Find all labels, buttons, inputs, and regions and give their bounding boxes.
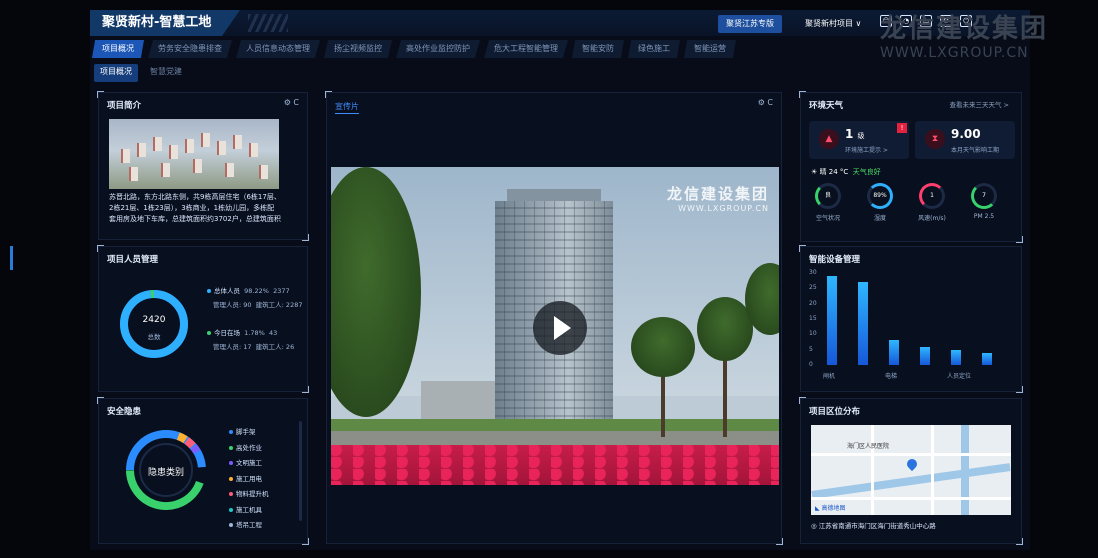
panel-title: 项目简介 [107,101,142,111]
hourglass-icon: ⧗ [925,129,945,149]
tab-4[interactable]: 高处作业监控防护 [396,40,480,58]
subtab-0[interactable]: 项目概况 [94,64,138,82]
video-watermark: 龙信建设集团 WWW.LXGROUP.CN [666,185,769,213]
decorative-stripes [248,14,288,32]
personnel-total: 2420 [142,315,166,325]
map-logo: ◣ 高德地图 [815,505,846,512]
hazard-legend-item[interactable]: 物料提升机 [229,487,269,503]
hazard-legend-item[interactable]: 施工用电 [229,472,269,488]
project-address: ◎ 江苏省南通市海门区海门街道秀山中心路 [811,522,936,530]
location-map[interactable]: 海门区人民医院 ◣ 高德地图 [811,425,1011,515]
tab-0[interactable]: 项目概况 [92,40,144,58]
tab-1[interactable]: 劳务安全隐患排查 [148,40,232,58]
legend-group1-detail: 管理人员: 90 建筑工人: 2287 [213,301,303,309]
side-handle[interactable] [10,246,13,270]
x-tick: 闸机 [823,373,836,380]
panel-title: 项目区位分布 [809,407,861,417]
map-label: 海门区人民医院 [847,443,890,450]
bar[interactable] [951,349,961,365]
legend-group2: 今日在场 1.78% 43 [207,327,277,337]
y-tick: 30 [809,269,817,276]
y-tick: 25 [809,284,817,292]
devices-bar-chart: 0 5 10 15 20 25 30 闸机 电梯 人员定位 [801,247,1023,393]
hazard-legend: 脚手架 高处作业 文明施工 施工用电 物料提升机 施工机具 塔吊工程 [229,425,269,534]
hazard-legend-item[interactable]: 文明施工 [229,456,269,472]
personnel-total-label: 总数 [147,333,161,341]
y-tick: 0 [809,361,813,368]
y-tick: 20 [809,299,817,307]
subtab-1[interactable]: 智慧党建 [144,64,188,82]
brand-watermark: 龙信建设集团 WWW.LXGROUP.CN [880,14,1049,61]
video-panel: 宣传片 ⚙ C 龙信建设集团 WWW.LXGROUP.CN [325,91,783,545]
tab-2[interactable]: 人员信息动态管理 [236,40,320,58]
project-select[interactable]: 聚贤新村项目 ∨ [805,15,861,33]
project-edition-button[interactable]: 聚贤江苏专版 [718,15,782,33]
project-aerial-image [109,119,279,189]
warning-icon: ▲ [819,129,839,149]
devices-panel: 智能设备管理 0 5 10 15 20 25 30 闸机 电梯 人员定位 [799,245,1023,393]
bar[interactable] [858,282,868,365]
y-tick: 15 [809,315,817,322]
panel-title: 安全隐患 [107,407,142,417]
project-intro-panel: 项目简介 ⚙ C 苏晋北路，东方北路东侧，共9栋高层住宅（6栋17层、2栋21层… [97,91,309,241]
y-tick: 10 [809,330,817,338]
environment-panel: 环境天气 查看未来三天天气 > ▲ 1 级 环境施工提示 > ! ⧗ 9.00 … [799,91,1023,243]
gauge-air: 良 [815,183,841,209]
bar[interactable] [982,352,992,365]
location-panel: 项目区位分布 海门区人民医院 ◣ 高德地图 ◎ 江苏省南通市海门区海门街道秀山中… [799,397,1023,545]
gauge-pm25: 7 [971,183,997,209]
bar[interactable] [920,346,930,365]
tab-promo-video[interactable]: 宣传片 [335,101,359,114]
x-tick: 人员定位 [947,373,972,380]
hazard-center-label: 隐患类别 [147,468,184,478]
tab-3[interactable]: 扬尘视频监控 [324,40,392,58]
tab-7[interactable]: 绿色施工 [628,40,680,58]
location-pin-icon[interactable] [904,456,920,472]
app-title: 聚贤新村-智慧工地 [90,10,240,36]
promo-video[interactable]: 龙信建设集团 WWW.LXGROUP.CN [331,167,779,485]
env-card-delay[interactable]: ⧗ 9.00 本月天气影响工期 [915,121,1015,159]
legend-group1: 总体人员 98.22% 2377 [207,285,290,295]
hazard-legend-item[interactable]: 高处作业 [229,441,269,457]
bar[interactable] [889,340,899,365]
refresh-icon[interactable]: ⚙ C [758,98,773,107]
refresh-icon[interactable]: ⚙ C [284,98,299,107]
alert-badge: ! [897,123,907,133]
dashboard: 聚贤新村-智慧工地 聚贤江苏专版 聚贤新村项目 ∨ ☺ ◔ ▭ ⚙ ⏻ 项目概况… [90,10,1030,550]
hazard-legend-item[interactable]: 施工机具 [229,503,269,519]
weather-line: ☀ 晴 24 °C 天气良好 [811,168,881,176]
tab-6[interactable]: 智能安防 [572,40,624,58]
play-button[interactable] [533,301,587,355]
legend-group2-detail: 管理人员: 17 建筑工人: 26 [213,343,295,351]
sub-nav: 项目概况 智慧党建 [90,64,188,82]
sun-icon: ☀ [811,168,818,176]
hazard-panel: 安全隐患 隐患类别 脚手架 高处作业 文明施工 施工用电 物料提升机 施工机具 塔吊工程 [97,397,309,545]
env-card-warning[interactable]: ▲ 1 级 环境施工提示 > ! [809,121,909,159]
x-tick: 电梯 [885,373,898,380]
bar[interactable] [827,276,837,365]
panel-title: 环境天气 [809,101,844,111]
gauge-humidity: 89% [867,183,893,209]
gauge-wind: 1 [919,183,945,209]
project-intro-text: 苏晋北路，东方北路东侧，共9栋高层住宅（6栋17层、2栋21层、1栋23层），3… [109,193,281,223]
tab-5[interactable]: 危大工程智能管理 [484,40,568,58]
forecast-link[interactable]: 查看未来三天天气 > [949,99,1009,109]
y-tick: 5 [809,345,813,353]
tab-8[interactable]: 智能运营 [684,40,736,58]
flower-bed [331,445,779,485]
panel-title: 项目人员管理 [107,255,159,265]
hazard-scrollbar[interactable] [299,421,302,521]
hazard-legend-item[interactable]: 脚手架 [229,425,269,441]
personnel-panel: 项目人员管理 2420 总数 总体人员 98.22% 2377 管理人员: 90… [97,245,309,393]
hazard-legend-item[interactable]: 塔吊工程 [229,518,269,534]
